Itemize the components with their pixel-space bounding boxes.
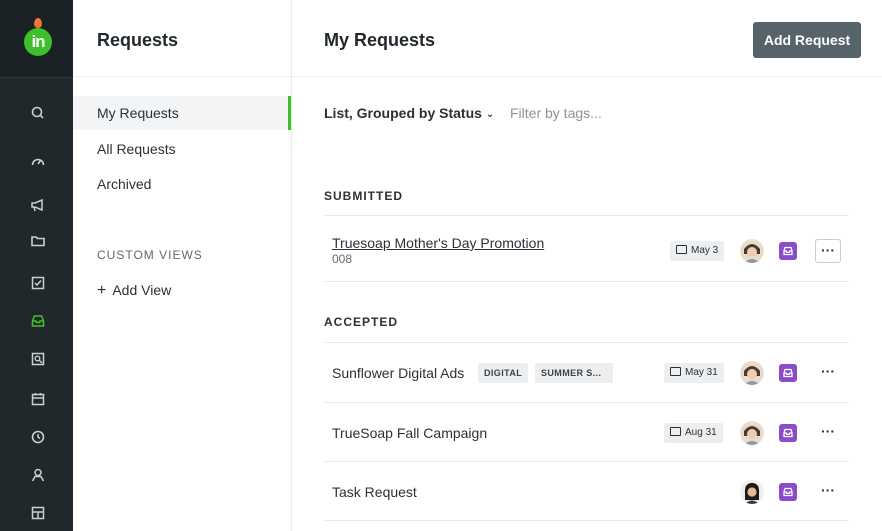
reports-icon[interactable] xyxy=(29,504,47,522)
avatar[interactable] xyxy=(740,361,764,385)
more-options-button[interactable]: ··· xyxy=(815,421,841,445)
clock-icon[interactable] xyxy=(29,428,47,446)
request-row[interactable]: Truesoap Mother's Day Promotion 008 May … xyxy=(324,222,849,280)
page-title: My Requests xyxy=(324,30,436,50)
avatar[interactable] xyxy=(740,480,764,504)
request-row[interactable]: Task Request ··· xyxy=(324,463,849,521)
list-toolbar: List, Grouped by Status ⌄ Filter by tags.… xyxy=(324,105,602,121)
chevron-down-icon: ⌄ xyxy=(485,109,495,120)
calendar-icon xyxy=(670,367,681,376)
inbox-icon[interactable] xyxy=(29,312,47,330)
sidebar-title: Requests xyxy=(97,30,179,50)
tag-badge[interactable]: SUMMER S... xyxy=(535,363,613,383)
review-icon[interactable] xyxy=(29,350,47,368)
add-view-label: Add View xyxy=(112,282,172,298)
due-date: Aug 31 xyxy=(685,427,717,438)
section-heading-accepted: ACCEPTED xyxy=(324,315,399,329)
user-icon[interactable] xyxy=(29,466,47,484)
sidebar-item-all-requests[interactable]: All Requests xyxy=(73,132,291,166)
inbox-badge-icon xyxy=(779,424,797,442)
main-content: My Requests Add Request List, Grouped by… xyxy=(292,0,882,531)
divider xyxy=(324,461,849,462)
logo-drop-icon xyxy=(34,18,42,28)
more-options-button[interactable]: ··· xyxy=(815,239,841,263)
icon-rail: in xyxy=(0,0,73,531)
app-logo[interactable]: in xyxy=(24,28,52,56)
calendar-icon[interactable] xyxy=(29,390,47,408)
tag-badge[interactable]: DIGITAL xyxy=(478,363,529,383)
grouping-label: List, Grouped by Status xyxy=(324,105,482,121)
request-title[interactable]: Sunflower Digital Ads xyxy=(332,365,464,381)
divider xyxy=(324,281,849,282)
dashboard-icon[interactable] xyxy=(29,152,47,170)
more-options-button[interactable]: ··· xyxy=(815,361,841,385)
inbox-badge-icon xyxy=(779,242,797,260)
due-date: May 3 xyxy=(691,245,719,256)
sidebar-item-archived[interactable]: Archived xyxy=(73,167,291,201)
request-title-link[interactable]: Truesoap Mother's Day Promotion xyxy=(332,235,544,251)
divider xyxy=(324,520,849,521)
due-date-badge: May 31 xyxy=(664,363,724,383)
avatar[interactable] xyxy=(740,239,764,263)
request-title[interactable]: TrueSoap Fall Campaign xyxy=(332,425,487,441)
more-options-button[interactable]: ··· xyxy=(815,480,841,504)
megaphone-icon[interactable] xyxy=(29,196,47,214)
due-date: May 31 xyxy=(685,367,718,378)
sidebar-item-my-requests[interactable]: My Requests xyxy=(73,96,291,130)
plus-icon: + xyxy=(97,282,107,299)
divider xyxy=(324,215,849,216)
calendar-icon xyxy=(670,427,681,436)
add-view-button[interactable]: + Add View xyxy=(97,282,171,300)
divider xyxy=(324,342,849,343)
tag-filter-input[interactable]: Filter by tags... xyxy=(510,105,690,121)
avatar[interactable] xyxy=(740,421,764,445)
add-request-button[interactable]: Add Request xyxy=(753,22,861,58)
request-title[interactable]: Task Request xyxy=(332,484,417,500)
rail-header: in xyxy=(0,0,73,78)
due-date-badge: Aug 31 xyxy=(664,423,723,443)
grouping-dropdown[interactable]: List, Grouped by Status ⌄ xyxy=(324,105,494,121)
search-icon[interactable] xyxy=(29,104,47,122)
request-row[interactable]: Sunflower Digital Ads DIGITAL SUMMER S..… xyxy=(324,344,849,402)
folder-icon[interactable] xyxy=(29,232,47,250)
request-row[interactable]: TrueSoap Fall Campaign Aug 31 ··· xyxy=(324,404,849,462)
custom-views-heading: CUSTOM VIEWS xyxy=(97,248,203,262)
divider xyxy=(324,402,849,403)
due-date-badge: May 3 xyxy=(670,241,725,261)
calendar-icon xyxy=(676,245,687,254)
request-id: 008 xyxy=(332,252,353,266)
checkbox-icon[interactable] xyxy=(29,274,47,292)
requests-sidebar: Requests My Requests All Requests Archiv… xyxy=(73,0,292,531)
inbox-badge-icon xyxy=(779,483,797,501)
section-heading-submitted: SUBMITTED xyxy=(324,189,403,203)
inbox-badge-icon xyxy=(779,364,797,382)
divider xyxy=(73,76,291,77)
divider xyxy=(292,76,882,77)
